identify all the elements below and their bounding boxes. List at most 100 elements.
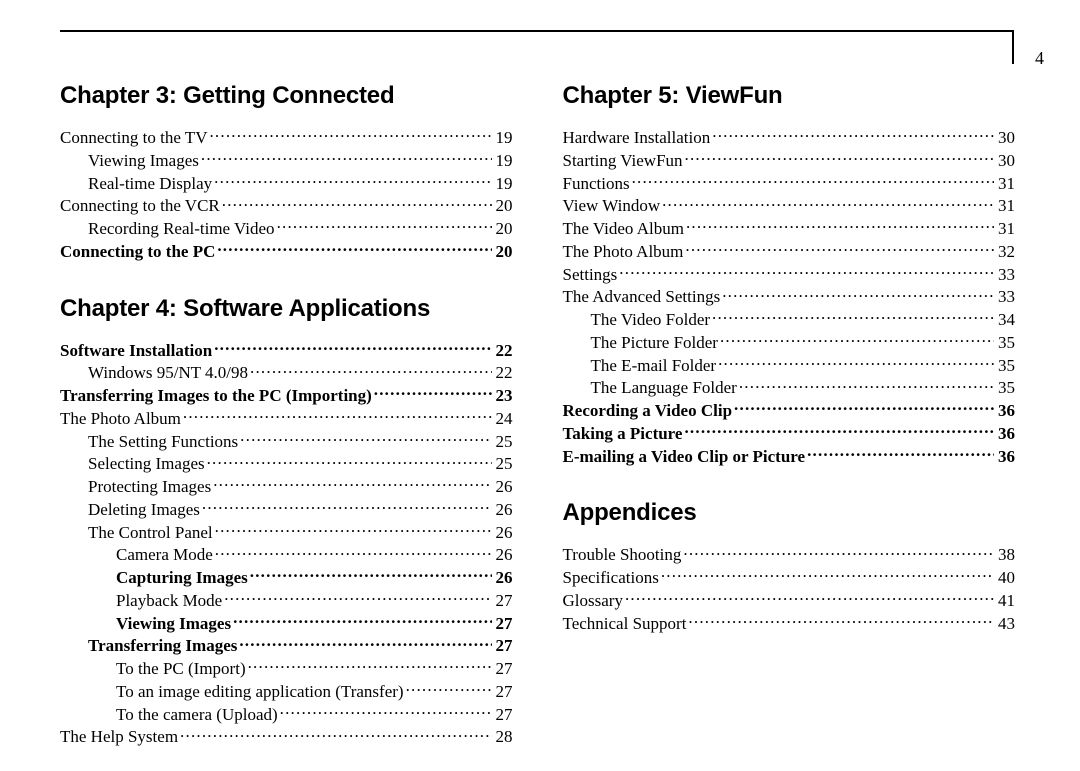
toc-entry-label: Capturing Images bbox=[116, 567, 248, 589]
toc-entry-page: 20 bbox=[496, 195, 513, 217]
toc-entry-page: 31 bbox=[998, 195, 1015, 217]
toc-entry: Specifications40 bbox=[563, 566, 1016, 589]
toc-entry-label: Transferring Images to the PC (Importing… bbox=[60, 385, 372, 407]
toc-dot-leader bbox=[720, 331, 994, 348]
toc-entry: Settings33 bbox=[563, 263, 1016, 286]
toc-dot-leader bbox=[217, 240, 491, 257]
toc-entry-page: 26 bbox=[496, 499, 513, 521]
toc-entry: The Video Folder34 bbox=[563, 308, 1016, 331]
toc-entry-label: The Video Folder bbox=[591, 309, 711, 331]
toc-entry: Glossary41 bbox=[563, 589, 1016, 612]
toc-entry-page: 32 bbox=[998, 241, 1015, 263]
toc-dot-leader bbox=[625, 589, 994, 606]
toc-entry-label: Connecting to the PC bbox=[60, 241, 215, 263]
toc-entry-page: 25 bbox=[496, 453, 513, 475]
toc-dot-leader bbox=[250, 566, 492, 583]
toc-dot-leader bbox=[180, 725, 491, 742]
toc-dot-leader bbox=[233, 612, 491, 629]
chapter-title: Chapter 3: Getting Connected bbox=[60, 82, 513, 110]
toc-entry: Software Installation22 bbox=[60, 339, 513, 362]
toc-entry-label: Recording a Video Clip bbox=[563, 400, 733, 422]
toc-dot-leader bbox=[250, 361, 491, 378]
chapter-block: Chapter 4: Software ApplicationsSoftware… bbox=[60, 295, 513, 749]
toc-entry: To the camera (Upload)27 bbox=[60, 703, 513, 726]
toc-entry-label: Hardware Installation bbox=[563, 127, 711, 149]
toc-entry-label: Windows 95/NT 4.0/98 bbox=[88, 362, 248, 384]
toc-entry: Windows 95/NT 4.0/9822 bbox=[60, 361, 513, 384]
toc-dot-leader bbox=[406, 680, 492, 697]
toc-dot-leader bbox=[248, 657, 492, 674]
toc-entry-page: 36 bbox=[998, 400, 1015, 422]
toc-entry-label: The Photo Album bbox=[60, 408, 181, 430]
toc-entry: The Setting Functions25 bbox=[60, 430, 513, 453]
toc-dot-leader bbox=[684, 422, 994, 439]
toc-entry-page: 19 bbox=[496, 173, 513, 195]
toc-entry: The E-mail Folder35 bbox=[563, 354, 1016, 377]
toc-dot-leader bbox=[739, 376, 994, 393]
toc-dot-leader bbox=[661, 566, 994, 583]
toc-entry: Viewing Images19 bbox=[60, 149, 513, 172]
toc-entry-label: The Language Folder bbox=[591, 377, 737, 399]
toc-dot-leader bbox=[213, 475, 491, 492]
toc-dot-leader bbox=[688, 612, 994, 629]
toc-entry-label: Specifications bbox=[563, 567, 659, 589]
toc-dot-leader bbox=[183, 407, 492, 424]
toc-entry-page: 22 bbox=[496, 340, 513, 362]
toc-entry: Capturing Images 26 bbox=[60, 566, 513, 589]
toc-dot-leader bbox=[277, 217, 492, 234]
toc-entry-label: Protecting Images bbox=[88, 476, 211, 498]
toc-entry-page: 30 bbox=[998, 150, 1015, 172]
toc-dot-leader bbox=[718, 354, 994, 371]
toc-entry: Connecting to the VCR20 bbox=[60, 194, 513, 217]
toc-entry: The Photo Album 32 bbox=[563, 240, 1016, 263]
toc-dot-leader bbox=[215, 543, 492, 560]
toc-entry-label: Recording Real-time Video bbox=[88, 218, 275, 240]
toc-column-right: Chapter 5: ViewFun Hardware Installation 3… bbox=[563, 82, 1016, 748]
chapter-block: Chapter 3: Getting Connected Connecting t… bbox=[60, 82, 513, 263]
toc-entry-label: Real-time Display bbox=[88, 173, 212, 195]
toc-entry-label: Camera Mode bbox=[116, 544, 213, 566]
toc-entry-page: 33 bbox=[998, 264, 1015, 286]
toc-entry: Playback Mode27 bbox=[60, 589, 513, 612]
toc-entry-page: 31 bbox=[998, 218, 1015, 240]
toc-entry-label: Trouble Shooting bbox=[563, 544, 682, 566]
toc-entry: Selecting Images25 bbox=[60, 452, 513, 475]
toc-entry-page: 27 bbox=[496, 635, 513, 657]
toc-entry-label: The Setting Functions bbox=[88, 431, 238, 453]
toc-dot-leader bbox=[222, 194, 492, 211]
toc-entry-page: 36 bbox=[998, 423, 1015, 445]
toc-dot-leader bbox=[685, 149, 994, 166]
toc-entry-page: 26 bbox=[496, 567, 513, 589]
toc-entry-page: 36 bbox=[998, 446, 1015, 468]
toc-entry-label: Viewing Images bbox=[116, 613, 231, 635]
toc-entry: Camera Mode26 bbox=[60, 543, 513, 566]
toc-dot-leader bbox=[712, 126, 994, 143]
toc-entry: The Control Panel26 bbox=[60, 521, 513, 544]
toc-entry-page: 27 bbox=[496, 658, 513, 680]
toc-entry-page: 26 bbox=[496, 522, 513, 544]
toc-entry-page: 24 bbox=[496, 408, 513, 430]
toc-entry-label: The E-mail Folder bbox=[591, 355, 717, 377]
toc-column-left: Chapter 3: Getting Connected Connecting t… bbox=[60, 82, 513, 748]
toc-entry-label: View Window bbox=[563, 195, 661, 217]
toc-entry-page: 38 bbox=[998, 544, 1015, 566]
toc-entry-label: Playback Mode bbox=[116, 590, 222, 612]
toc-entry-page: 27 bbox=[496, 613, 513, 635]
toc-entry: To the PC (Import)27 bbox=[60, 657, 513, 680]
toc-dot-leader bbox=[207, 452, 492, 469]
toc-entry-label: To an image editing application (Transfe… bbox=[116, 681, 404, 703]
toc-entry: Starting ViewFun30 bbox=[563, 149, 1016, 172]
header-rule-vertical bbox=[1012, 30, 1014, 64]
chapter-block: AppendicesTrouble Shooting38Specificatio… bbox=[563, 499, 1016, 634]
toc-entry-label: Connecting to the TV bbox=[60, 127, 207, 149]
toc-dot-leader bbox=[712, 308, 994, 325]
toc-entry-page: 20 bbox=[496, 218, 513, 240]
toc-entry: Viewing Images 27 bbox=[60, 612, 513, 635]
chapter-title: Chapter 5: ViewFun bbox=[563, 82, 1016, 110]
toc-dot-leader bbox=[209, 126, 491, 143]
toc-entry-label: The Video Album bbox=[563, 218, 684, 240]
toc-entry: Recording Real-time Video 20 bbox=[60, 217, 513, 240]
toc-entry-page: 20 bbox=[496, 241, 513, 263]
toc-entry-label: The Photo Album bbox=[563, 241, 684, 263]
toc-dot-leader bbox=[280, 703, 492, 720]
